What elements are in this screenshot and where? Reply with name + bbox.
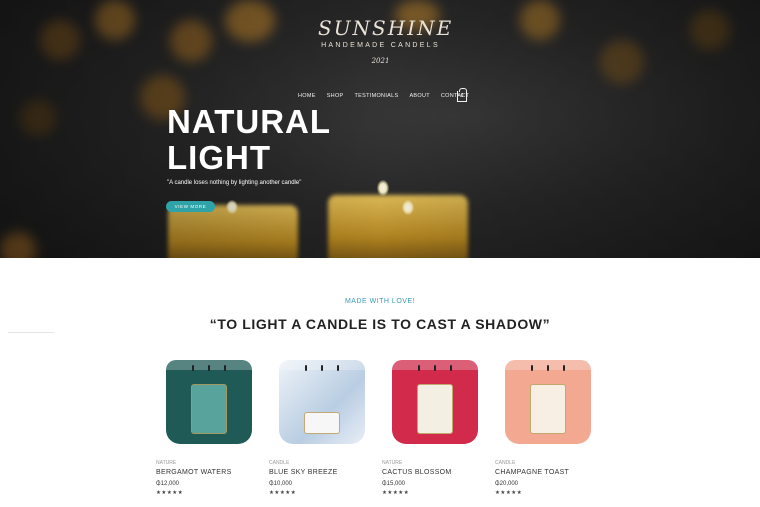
product-name[interactable]: BLUE SKY BREEZE: [269, 469, 338, 476]
hero-banner: SUNSHINE HANDEMADE CANDELS 2021 HOME SHO…: [0, 0, 760, 258]
product-category: NATURE: [382, 460, 403, 466]
jar-label: [304, 412, 340, 434]
view-more-button[interactable]: VIEW MORE: [166, 201, 215, 212]
section-kicker: MADE WITH LOVE!: [344, 298, 416, 305]
nav-item-shop[interactable]: SHOP: [327, 93, 344, 99]
wick: [418, 365, 420, 371]
wick: [305, 365, 307, 371]
product-price: ₲15,000: [382, 481, 406, 487]
wick: [337, 365, 339, 371]
site-logo[interactable]: SUNSHINE HANDEMADE CANDELS 2021: [318, 16, 454, 65]
wick: [192, 365, 194, 371]
divider: [8, 332, 54, 333]
product-price: ₲20,000: [495, 481, 519, 487]
nav-item-home[interactable]: HOME: [298, 93, 316, 99]
logo-script-text: SUNSHINE: [318, 16, 454, 40]
product-category: CANDLE: [495, 460, 516, 466]
candle-jar-image: [392, 360, 478, 444]
product-name[interactable]: CHAMPAGNE TOAST: [495, 469, 569, 476]
main-nav: HOME SHOP TESTIMONIALS ABOUT CONTACT: [298, 93, 469, 99]
product-category: NATURE: [156, 460, 177, 466]
product-image[interactable]: [382, 352, 487, 452]
nav-item-about[interactable]: ABOUT: [409, 93, 429, 99]
wick: [224, 365, 226, 371]
product-card[interactable]: [495, 352, 600, 452]
cart-count: 0: [460, 93, 464, 99]
candle-jar-image: [166, 360, 252, 444]
logo-subtitle: HANDEMADE CANDELS: [321, 42, 440, 49]
nav-item-testimonials[interactable]: TESTIMONIALS: [355, 93, 399, 99]
hero-title-line1: NATURAL: [167, 103, 332, 140]
rating-stars: ★★★★★: [156, 490, 184, 496]
rating-stars: ★★★★★: [382, 490, 410, 496]
hero-title-line2: LIGHT: [167, 139, 271, 176]
hero-title: NATURAL LIGHT: [167, 104, 331, 176]
rating-stars: ★★★★★: [495, 490, 523, 496]
candle-jar-image: [505, 360, 591, 444]
wick: [434, 365, 436, 371]
product-image[interactable]: [269, 352, 374, 452]
wick: [321, 365, 323, 371]
jar-label: [417, 384, 453, 434]
product-price: ₲12,000: [156, 481, 180, 487]
logo-year: 2021: [371, 57, 390, 65]
product-name[interactable]: BERGAMOT WATERS: [156, 469, 232, 476]
wick: [531, 365, 533, 371]
wick: [450, 365, 452, 371]
product-card[interactable]: [156, 352, 261, 452]
product-image[interactable]: [156, 352, 261, 452]
product-card[interactable]: [382, 352, 487, 452]
jar-label: [191, 384, 227, 434]
wick: [208, 365, 210, 371]
rating-stars: ★★★★★: [269, 490, 297, 496]
product-price: ₲10,000: [269, 481, 293, 487]
candle-jar-image: [279, 360, 365, 444]
product-card[interactable]: [269, 352, 374, 452]
cart-icon[interactable]: 0: [457, 88, 467, 102]
hero-quote: "A candle loses nothing by lighting anot…: [167, 180, 302, 186]
section-title: “TO LIGHT A CANDLE IS TO CAST A SHADOW”: [209, 316, 551, 332]
product-image[interactable]: [495, 352, 600, 452]
wick: [563, 365, 565, 371]
jar-label: [530, 384, 566, 434]
product-category: CANDLE: [269, 460, 290, 466]
wick: [547, 365, 549, 371]
product-name[interactable]: CACTUS BLOSSOM: [382, 469, 452, 476]
